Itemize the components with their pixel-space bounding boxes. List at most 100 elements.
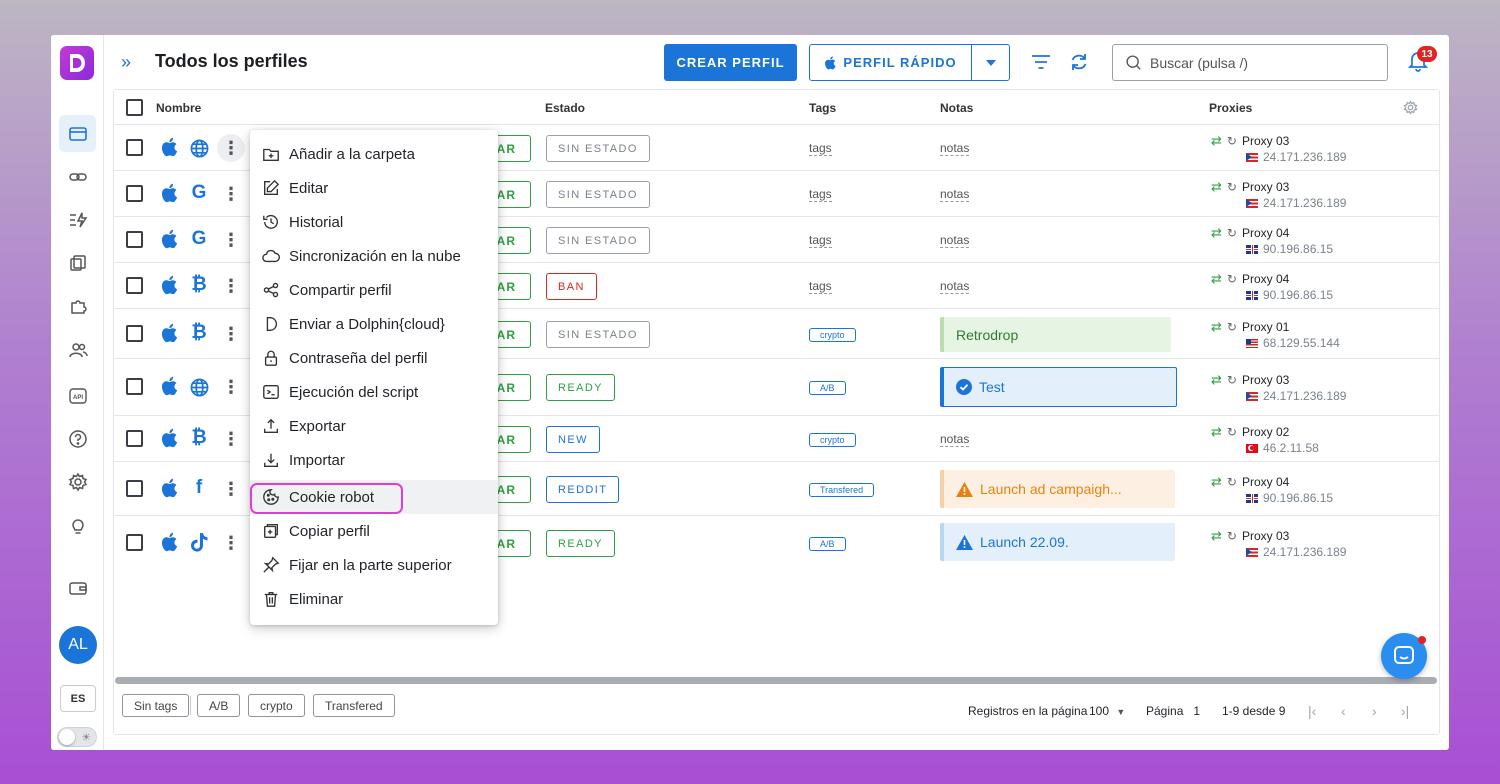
proxy-name[interactable]: ⇄ ↻ Proxy 04 [1211, 271, 1289, 287]
row-menu-button[interactable]: ⋮ [217, 134, 245, 162]
row-menu-button[interactable]: ⋮ [217, 529, 245, 557]
proxy-name[interactable]: ⇄ ↻ Proxy 03 [1211, 528, 1289, 544]
menu-delete[interactable]: Eliminar [250, 582, 498, 616]
menu-add-to-folder[interactable]: Añadir a la carpeta [250, 137, 498, 171]
column-settings-icon[interactable] [1403, 100, 1418, 115]
sidebar-item-links[interactable] [59, 158, 96, 195]
notes-cell[interactable]: notas [940, 142, 970, 156]
proxy-name[interactable]: ⇄ ↻ Proxy 03 [1211, 372, 1289, 388]
note-box[interactable]: Launch 22.09. [940, 523, 1175, 561]
quick-profile-dropdown[interactable] [971, 44, 1010, 81]
first-page-icon[interactable]: |‹ [1308, 703, 1316, 719]
status-badge[interactable]: READY [546, 374, 615, 401]
row-checkbox[interactable] [126, 480, 143, 497]
row-checkbox[interactable] [126, 139, 143, 156]
column-notes[interactable]: Notas [940, 101, 973, 115]
menu-import[interactable]: Importar [250, 443, 498, 477]
menu-copy-profile[interactable]: Copiar perfil [250, 514, 498, 548]
sidebar-item-profiles[interactable] [59, 115, 96, 152]
status-badge[interactable]: REDDIT [546, 476, 620, 503]
notes-cell[interactable]: notas [940, 234, 970, 248]
menu-history[interactable]: Historial [250, 205, 498, 239]
tag-chip[interactable]: crypto [809, 433, 856, 447]
row-menu-button[interactable]: ⋮ [217, 475, 245, 503]
tag-chip[interactable]: Transfered [809, 483, 875, 497]
menu-share-profile[interactable]: Compartir perfil [250, 273, 498, 307]
page-number[interactable]: 1 [1193, 704, 1200, 718]
note-box[interactable]: Retrodrop [940, 317, 1171, 352]
notes-cell[interactable]: notas [940, 433, 970, 447]
sidebar-item-help[interactable] [59, 420, 96, 457]
row-checkbox[interactable] [126, 534, 143, 551]
expand-sidebar-icon[interactable]: » [121, 52, 131, 73]
row-menu-button[interactable]: ⋮ [217, 226, 245, 254]
row-checkbox[interactable] [126, 430, 143, 447]
sidebar-item-settings[interactable] [59, 463, 96, 500]
row-menu-button[interactable]: ⋮ [217, 272, 245, 300]
horizontal-scrollbar[interactable] [115, 677, 1437, 684]
menu-script-execution[interactable]: Ejecución del script [250, 375, 498, 409]
notes-cell[interactable]: notas [940, 280, 970, 294]
menu-export[interactable]: Exportar [250, 409, 498, 443]
prev-page-icon[interactable]: ‹ [1341, 703, 1346, 719]
language-switch[interactable]: ES [60, 685, 96, 712]
status-badge[interactable]: READY [546, 530, 615, 557]
status-badge[interactable]: SIN ESTADO [546, 321, 650, 348]
menu-profile-password[interactable]: Contraseña del perfil [250, 341, 498, 375]
row-checkbox[interactable] [126, 231, 143, 248]
note-box[interactable]: Launch ad campaigh... [940, 470, 1175, 508]
proxy-name[interactable]: ⇄ ↻ Proxy 04 [1211, 225, 1289, 241]
menu-pin-to-top[interactable]: Fijar en la parte superior [250, 548, 498, 582]
menu-send-to-cloud[interactable]: Enviar a Dolphin{cloud} [250, 307, 498, 341]
note-box[interactable]: Test [940, 367, 1177, 407]
menu-cloud-sync[interactable]: Sincronización en la nube [250, 239, 498, 273]
filter-chip-ab[interactable]: A/B [197, 694, 241, 717]
quick-profile-button[interactable]: PERFIL RÁPIDO [809, 44, 972, 81]
menu-edit[interactable]: Editar [250, 171, 498, 205]
select-all-checkbox[interactable] [126, 99, 143, 116]
row-menu-button[interactable]: ⋮ [217, 180, 245, 208]
notes-cell[interactable]: notas [940, 188, 970, 202]
sidebar-item-wallet[interactable] [59, 569, 96, 606]
sidebar-item-api[interactable]: API [59, 377, 96, 414]
filter-chip-transfered[interactable]: Transfered [313, 694, 395, 717]
row-menu-button[interactable]: ⋮ [217, 425, 245, 453]
sidebar-item-ideas[interactable] [59, 507, 96, 544]
sidebar-item-users[interactable] [59, 331, 96, 368]
proxy-name[interactable]: ⇄ ↻ Proxy 03 [1211, 133, 1289, 149]
dolphin-logo[interactable] [60, 46, 94, 80]
row-checkbox[interactable] [126, 185, 143, 202]
sidebar-item-automation[interactable] [59, 201, 96, 238]
tags-cell[interactable]: tags [809, 234, 832, 248]
next-page-icon[interactable]: › [1372, 703, 1377, 719]
status-badge[interactable]: SIN ESTADO [546, 181, 650, 208]
tag-chip[interactable]: A/B [809, 381, 846, 395]
tag-chip[interactable]: A/B [809, 537, 846, 551]
row-checkbox[interactable] [126, 378, 143, 395]
proxy-name[interactable]: ⇄ ↻ Proxy 01 [1211, 319, 1289, 335]
tag-chip[interactable]: crypto [809, 328, 856, 342]
filter-chip-crypto[interactable]: crypto [248, 694, 305, 717]
sidebar-item-copies[interactable] [59, 244, 96, 281]
column-status[interactable]: Estado [545, 101, 585, 115]
last-page-icon[interactable]: ›| [1401, 703, 1409, 719]
row-checkbox[interactable] [126, 277, 143, 294]
column-name[interactable]: Nombre [156, 101, 201, 115]
sidebar-item-extensions[interactable] [59, 287, 96, 324]
proxy-name[interactable]: ⇄ ↻ Proxy 02 [1211, 424, 1289, 440]
tags-cell[interactable]: tags [809, 188, 832, 202]
proxy-name[interactable]: ⇄ ↻ Proxy 04 [1211, 474, 1289, 490]
tags-cell[interactable]: tags [809, 280, 832, 294]
status-badge[interactable]: SIN ESTADO [546, 135, 650, 162]
create-profile-button[interactable]: CREAR PERFIL [664, 44, 797, 81]
column-tags[interactable]: Tags [809, 101, 836, 115]
proxy-name[interactable]: ⇄ ↻ Proxy 03 [1211, 179, 1289, 195]
status-badge[interactable]: NEW [546, 426, 600, 453]
row-menu-button[interactable]: ⋮ [217, 320, 245, 348]
column-proxies[interactable]: Proxies [1209, 101, 1252, 115]
theme-toggle[interactable]: ☀ [57, 727, 97, 747]
row-checkbox[interactable] [126, 325, 143, 342]
tags-cell[interactable]: tags [809, 142, 832, 156]
status-badge[interactable]: BAN [546, 273, 597, 300]
filter-chip-no-tags[interactable]: Sin tags [122, 694, 190, 717]
